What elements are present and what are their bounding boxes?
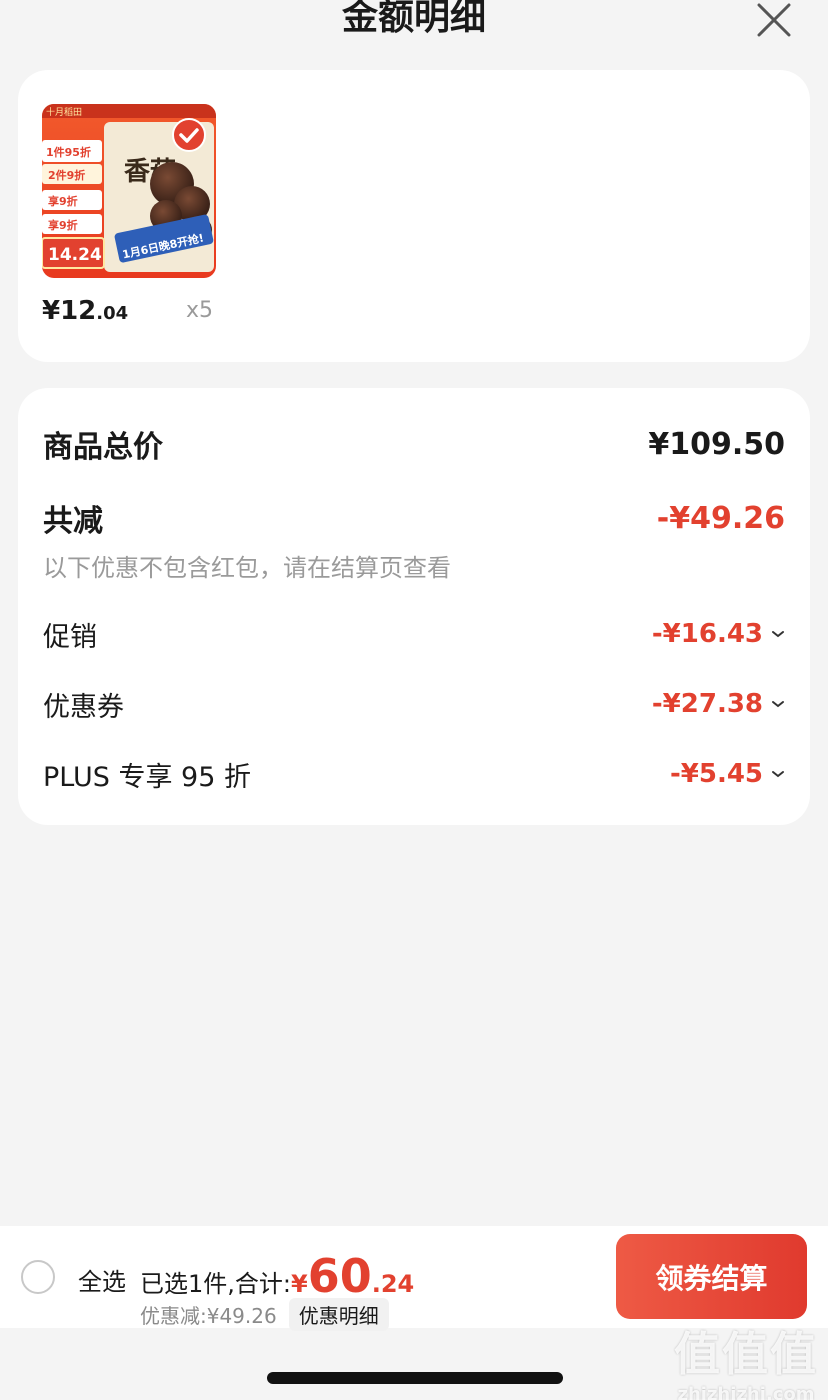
total-dec: .24 bbox=[371, 1270, 415, 1298]
total-value: ¥109.50 bbox=[648, 426, 785, 462]
chevron-down-icon bbox=[772, 631, 784, 638]
checkout-button[interactable]: 领券结算 bbox=[616, 1234, 807, 1319]
bottom-bar: 全选 已选1件,合计: ¥ 60 .24 优惠减:¥49.26 优惠明细 领券结… bbox=[0, 1226, 828, 1331]
detail-amount: -¥16.43 bbox=[651, 619, 763, 649]
detail-amount: -¥27.38 bbox=[651, 689, 763, 719]
watermark-url: zhizhizhi.com bbox=[677, 1384, 815, 1400]
watermark: 值值值 zhizhizhi.com bbox=[674, 1318, 818, 1400]
home-indicator[interactable] bbox=[267, 1372, 563, 1384]
chevron-down-icon bbox=[772, 701, 784, 708]
selected-summary: 已选1件,合计: ¥ 60 .24 bbox=[140, 1249, 415, 1303]
select-all-checkbox[interactable] bbox=[21, 1260, 55, 1294]
product-card: 十月稻田 香菇 1月6日晚8开抢! 1件95折 2件9折 享9折 享9折 14.… bbox=[18, 70, 810, 362]
detail-value: -¥5.45 bbox=[670, 759, 785, 789]
item-price: ¥12.04 bbox=[42, 296, 128, 329]
reduce-value: -¥49.26 bbox=[656, 500, 785, 536]
detail-amount: -¥5.45 bbox=[669, 759, 763, 789]
chevron-down-icon bbox=[772, 771, 784, 778]
thumb-promo-4: 享9折 bbox=[48, 218, 78, 232]
header: 金额明细 bbox=[0, 0, 828, 56]
reduce-row: 共减 -¥49.26 bbox=[43, 498, 785, 540]
discount-text: 优惠减:¥49.26 bbox=[140, 1304, 277, 1328]
item-price-dec: .04 bbox=[96, 303, 129, 324]
watermark-logo-text: 值值值 bbox=[674, 1327, 818, 1381]
price-summary-card: 商品总价 ¥109.50 共减 -¥49.26 以下优惠不包含红包，请在结算页查… bbox=[18, 388, 810, 825]
reduce-label: 共减 bbox=[43, 504, 103, 539]
close-button[interactable] bbox=[756, 2, 792, 38]
thumb-promo-3: 享9折 bbox=[48, 194, 78, 208]
reduce-note: 以下优惠不包含红包，请在结算页查看 bbox=[43, 554, 451, 582]
thumb-brand-strip: 十月稻田 bbox=[46, 106, 82, 118]
product-thumbnail[interactable]: 十月稻田 香菇 1月6日晚8开抢! 1件95折 2件9折 享9折 享9折 14.… bbox=[42, 104, 216, 278]
discount-line: 优惠减:¥49.26 优惠明细 bbox=[140, 1298, 389, 1331]
selected-count-text: 已选1件,合计: bbox=[140, 1270, 291, 1298]
detail-row-coupon[interactable]: 优惠券 -¥27.38 bbox=[43, 684, 785, 724]
thumb-promo-2: 2件9折 bbox=[48, 168, 85, 182]
detail-label: 优惠券 bbox=[43, 691, 124, 723]
total-currency: ¥ bbox=[290, 1270, 308, 1298]
total-row: 商品总价 ¥109.50 bbox=[43, 424, 785, 466]
detail-value: -¥16.43 bbox=[652, 619, 785, 649]
thumb-promo-1: 1件95折 bbox=[46, 145, 91, 159]
item-quantity: x5 bbox=[186, 298, 214, 323]
item-price-int: ¥12 bbox=[42, 296, 97, 326]
total-int: 60 bbox=[307, 1249, 372, 1303]
detail-label: PLUS 专享 95 折 bbox=[43, 761, 251, 793]
detail-label: 促销 bbox=[43, 621, 97, 653]
close-icon bbox=[757, 3, 791, 37]
check-icon bbox=[172, 118, 206, 152]
detail-value: -¥27.38 bbox=[652, 689, 785, 719]
total-amount: ¥ 60 .24 bbox=[290, 1249, 415, 1303]
discount-detail-link[interactable]: 优惠明细 bbox=[288, 1298, 389, 1331]
select-all-label[interactable]: 全选 bbox=[78, 1262, 126, 1297]
total-label: 商品总价 bbox=[43, 430, 163, 465]
page-title: 金额明细 bbox=[341, 0, 486, 38]
detail-row-promotion[interactable]: 促销 -¥16.43 bbox=[43, 614, 785, 654]
thumb-promo-price: 14.24 bbox=[48, 245, 102, 265]
detail-row-plus[interactable]: PLUS 专享 95 折 -¥5.45 bbox=[43, 754, 785, 794]
